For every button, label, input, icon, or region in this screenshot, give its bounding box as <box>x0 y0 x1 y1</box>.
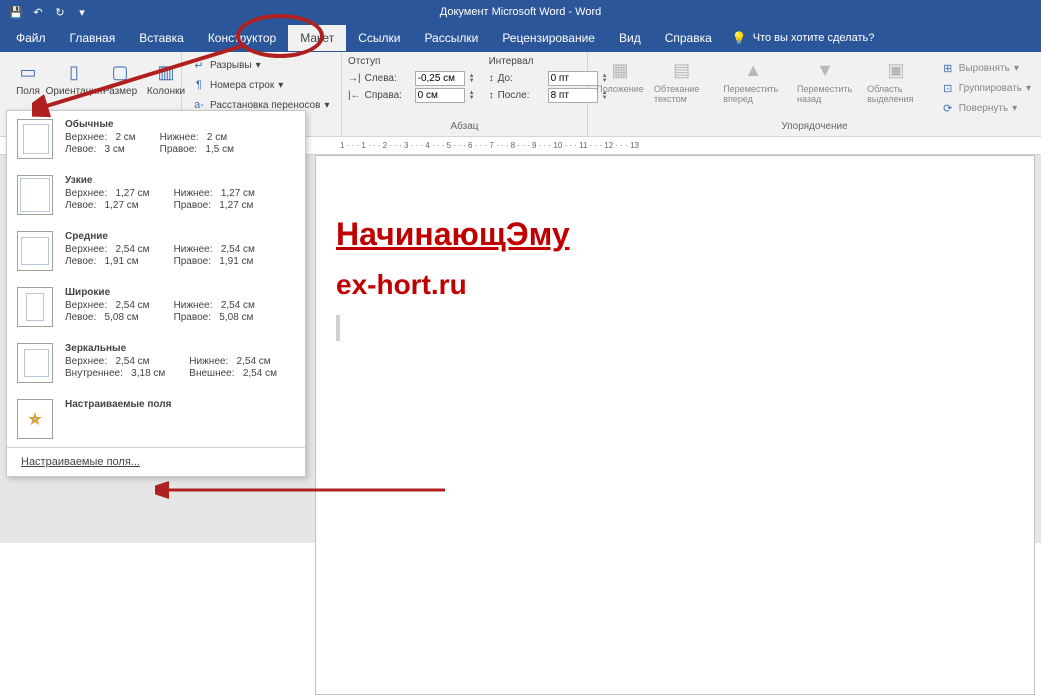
menu-bar: Файл Главная Вставка Конструктор Макет С… <box>0 24 1041 52</box>
forward-icon: ▲ <box>741 58 765 82</box>
wrap-icon: ▤ <box>670 58 694 82</box>
window-title: Документ Microsoft Word - Word <box>440 6 601 18</box>
align-icon: ⊞ <box>941 62 955 76</box>
arrange-group-label: Упорядочение <box>594 121 1035 132</box>
paragraph-group-label: Абзац <box>348 121 581 132</box>
tab-references[interactable]: Ссылки <box>346 25 412 51</box>
rotate-button[interactable]: ⟳Повернуть▾ <box>937 100 1035 118</box>
indent-right-icon: |← <box>348 90 361 101</box>
preset-icon <box>17 231 53 271</box>
title-bar: 💾 ↶ ↻ ▾ Документ Microsoft Word - Word <box>0 0 1041 24</box>
line-numbers-icon: ¶ <box>192 78 206 92</box>
selection-pane-button[interactable]: ▣Область выделения <box>861 56 931 121</box>
quick-access-toolbar: 💾 ↶ ↻ ▾ <box>0 4 98 20</box>
position-icon: ▦ <box>608 58 632 82</box>
tab-help[interactable]: Справка <box>653 25 724 51</box>
margins-preset-moderate[interactable]: Средние Верхнее: 2,54 смЛевое: 1,91 см Н… <box>7 223 305 279</box>
document-heading[interactable]: НачинающЭму <box>336 216 1014 253</box>
tab-file[interactable]: Файл <box>4 25 58 51</box>
preset-name: Обычные <box>65 119 295 130</box>
tab-mailings[interactable]: Рассылки <box>412 25 490 51</box>
backward-icon: ▼ <box>813 58 837 82</box>
spacing-after-icon: ↕ <box>489 90 494 101</box>
group-button[interactable]: ⊡Группировать▾ <box>937 80 1035 98</box>
margins-icon: ▭ <box>16 60 40 84</box>
preset-icon <box>17 175 53 215</box>
selection-icon: ▣ <box>884 58 908 82</box>
preset-name: Средние <box>65 231 295 242</box>
tab-review[interactable]: Рецензирование <box>490 25 607 51</box>
margins-preset-normal[interactable]: Обычные Верхнее: 2 смЛевое: 3 см Нижнее:… <box>7 111 305 167</box>
redo-icon[interactable]: ↻ <box>52 4 68 20</box>
preset-icon <box>17 287 53 327</box>
tell-me-label: Что вы хотите сделать? <box>753 32 875 44</box>
tab-insert[interactable]: Вставка <box>127 25 196 51</box>
align-button[interactable]: ⊞Выровнять▾ <box>937 60 1035 78</box>
text-cursor <box>336 315 340 341</box>
lightbulb-icon: 💡 <box>732 31 747 45</box>
preset-name: Зеркальные <box>65 343 295 354</box>
indent-left-icon: →| <box>348 73 361 84</box>
columns-icon: ▥ <box>154 60 178 84</box>
margins-preset-mirror[interactable]: Зеркальные Верхнее: 2,54 смВнутреннее: 3… <box>7 335 305 391</box>
tab-design[interactable]: Конструктор <box>196 25 288 51</box>
preset-icon <box>17 119 53 159</box>
margins-preset-custom[interactable]: ★ Настраиваемые поля <box>7 391 305 447</box>
custom-margins-icon: ★ <box>17 399 53 439</box>
qat-customize-icon[interactable]: ▾ <box>74 4 90 20</box>
indent-left-input[interactable] <box>415 71 465 86</box>
custom-margins-link[interactable]: Настраиваемые поля... <box>7 447 305 476</box>
preset-name: Узкие <box>65 175 295 186</box>
size-icon: ▢ <box>108 60 132 84</box>
document-subtitle[interactable]: ex-hort.ru <box>336 269 1014 301</box>
line-numbers-button[interactable]: ¶Номера строк▾ <box>188 76 335 94</box>
position-button[interactable]: ▦Положение <box>594 56 646 121</box>
wrap-text-button[interactable]: ▤Обтекание текстом <box>648 56 715 121</box>
save-icon[interactable]: 💾 <box>8 4 24 20</box>
breaks-icon: ↵ <box>192 58 206 72</box>
page[interactable]: НачинающЭму ex-hort.ru <box>315 155 1035 695</box>
indent-left-spinner[interactable]: ▲▼ <box>469 74 475 84</box>
undo-icon[interactable]: ↶ <box>30 4 46 20</box>
tab-home[interactable]: Главная <box>58 25 128 51</box>
preset-name: Широкие <box>65 287 295 298</box>
indent-right-spinner[interactable]: ▲▼ <box>469 91 475 101</box>
group-icon: ⊡ <box>941 82 955 96</box>
rotate-icon: ⟳ <box>941 102 955 116</box>
bring-forward-button[interactable]: ▲Переместить вперед <box>717 56 789 121</box>
indent-right-input[interactable] <box>415 88 465 103</box>
spacing-before-icon: ↕ <box>489 73 494 84</box>
tab-view[interactable]: Вид <box>607 25 653 51</box>
send-backward-button[interactable]: ▼Переместить назад <box>791 56 859 121</box>
preset-icon <box>17 343 53 383</box>
margins-dropdown: Обычные Верхнее: 2 смЛевое: 3 см Нижнее:… <box>6 110 306 477</box>
breaks-button[interactable]: ↵Разрывы▾ <box>188 56 335 74</box>
margins-preset-narrow[interactable]: Узкие Верхнее: 1,27 смЛевое: 1,27 см Ниж… <box>7 167 305 223</box>
tell-me[interactable]: 💡 Что вы хотите сделать? <box>732 31 875 45</box>
indent-label: Отступ <box>348 56 475 67</box>
tab-layout[interactable]: Макет <box>288 25 346 51</box>
margins-preset-wide[interactable]: Широкие Верхнее: 2,54 смЛевое: 5,08 см Н… <box>7 279 305 335</box>
orientation-icon: ▯ <box>62 60 86 84</box>
